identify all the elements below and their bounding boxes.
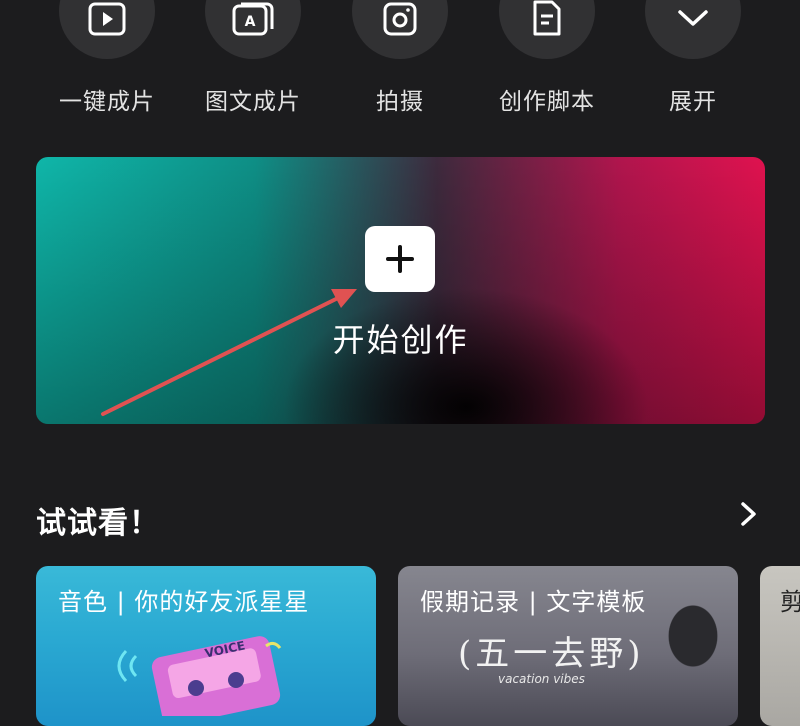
calligraphy-subtitle: vacation vibes <box>498 672 585 686</box>
template-card[interactable]: 剪 <box>760 566 800 726</box>
tool-label: 一键成片 <box>59 89 155 115</box>
person-silhouette <box>648 586 738 726</box>
template-card[interactable]: 音色 | 你的好友派星星 VOICE <box>36 566 376 726</box>
camera-icon <box>383 2 417 36</box>
tool-label: 拍摄 <box>376 89 424 115</box>
tool-expand-button[interactable] <box>645 0 741 59</box>
tool-one-click-film-button[interactable] <box>59 0 155 59</box>
tool-creative-script-button[interactable] <box>499 0 595 59</box>
card-title: 假期记录 | 文字模板 <box>420 588 647 616</box>
quick-tools-row: 一键成片 A 图文成片 拍摄 创作脚本 展开 <box>0 0 800 120</box>
image-text-icon: A <box>232 2 274 36</box>
card-title: 音色 | 你的好友派星星 <box>58 588 310 616</box>
play-video-icon <box>88 2 126 36</box>
svg-text:A: A <box>245 14 256 30</box>
calligraphy-text: (五一去野) <box>458 634 645 674</box>
script-doc-icon <box>533 0 561 36</box>
plus-icon <box>386 245 414 273</box>
chevron-right-icon[interactable] <box>735 500 763 528</box>
template-card[interactable]: 假期记录 | 文字模板 (五一去野) vacation vibes <box>398 566 738 726</box>
start-creation-label: 开始创作 <box>332 321 469 359</box>
tool-label: 创作脚本 <box>499 89 595 115</box>
start-creation-banner[interactable]: 开始创作 <box>36 157 765 424</box>
cassette-illustration: VOICE <box>117 636 282 716</box>
start-creation-button[interactable] <box>365 226 435 292</box>
card-title: 剪 <box>780 588 800 616</box>
tool-label: 展开 <box>669 89 717 115</box>
section-title: 试试看！ <box>36 506 160 541</box>
tool-image-text-film-button[interactable]: A <box>205 0 301 59</box>
tool-capture-button[interactable] <box>352 0 448 59</box>
tool-label: 图文成片 <box>205 89 301 115</box>
chevron-down-icon <box>678 10 708 26</box>
